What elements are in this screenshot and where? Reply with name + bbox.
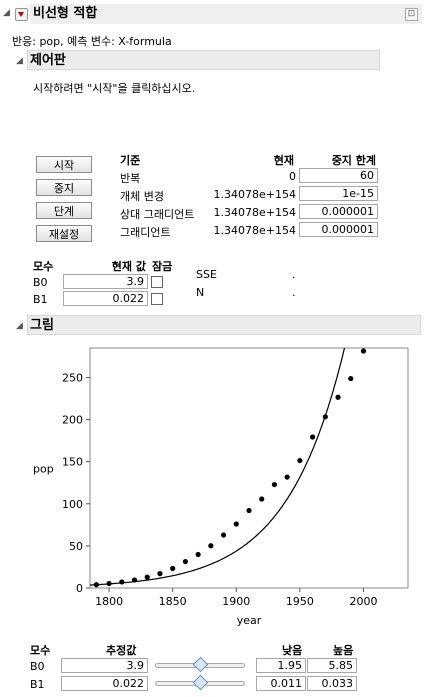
criteria-current: 1.34078e+154: [213, 188, 296, 201]
param-header: 모수: [30, 644, 51, 657]
control-panel-title: 제어판: [30, 53, 66, 68]
x-tick-label: 1950: [286, 595, 314, 608]
param-name: B1: [33, 293, 48, 306]
control-panel-header: 제어판: [27, 50, 380, 70]
stat-label: N: [196, 286, 205, 299]
data-point: [157, 571, 163, 577]
x-tick-label: 1800: [95, 595, 123, 608]
criteria-current: 1.34078e+154: [213, 206, 296, 219]
low-input[interactable]: 0.011: [256, 676, 306, 691]
stat-label: SSE: [196, 268, 217, 281]
criteria-limit-input[interactable]: 0.000001: [299, 222, 378, 237]
param-slider-thumb[interactable]: [192, 674, 209, 691]
low-header: 낮음: [282, 644, 303, 657]
estimate-header: 추정값: [106, 644, 137, 657]
data-point: [322, 414, 328, 420]
criteria-header-stop-limit: 중지 한계: [331, 154, 376, 167]
data-point: [220, 532, 227, 538]
y-tick-label: 100: [62, 498, 83, 511]
plot-section-header: 그림: [27, 315, 421, 335]
stop-button[interactable]: 중지: [36, 179, 92, 196]
window-title-text: 비선형 적합: [33, 6, 98, 21]
data-point: [144, 574, 150, 580]
x-tick-label: 2000: [349, 595, 377, 608]
lock-header: 잠금: [152, 260, 173, 273]
plot-frame: [89, 347, 409, 589]
data-point: [335, 394, 341, 400]
param-name: B1: [30, 678, 45, 691]
param-name: B0: [33, 276, 48, 289]
criteria-current: 1.34078e+154: [213, 224, 296, 237]
param-header: 모수: [33, 260, 54, 273]
stat-value: .: [292, 268, 296, 281]
criteria-label: 개체 변경: [120, 190, 164, 203]
criteria-label: 반복: [120, 172, 141, 185]
title-bar: ◢ 비선형 적합 ⊡: [0, 0, 425, 28]
criteria-limit-input[interactable]: 60: [299, 168, 378, 183]
x-tick-label: 1850: [159, 595, 187, 608]
scatter-plot: 0 50 100 150 200 250 1800 1850 1900 1950 2000 year p…: [33, 347, 409, 627]
param-value-input[interactable]: 0.022: [63, 291, 148, 306]
high-header: 높음: [333, 644, 354, 657]
instruction-text: 시작하려면 "시작"을 클릭하십시오.: [33, 82, 196, 95]
param-slider-thumb[interactable]: [192, 656, 209, 673]
x-axis-label: year: [237, 614, 262, 627]
data-point: [259, 496, 265, 502]
red-triangle-menu-icon[interactable]: [15, 8, 28, 21]
param-value-input[interactable]: 3.9: [63, 274, 148, 289]
data-point: [284, 474, 290, 480]
criteria-header-current: 현재: [273, 154, 294, 167]
data-point: [93, 582, 99, 588]
plot-section-title: 그림: [30, 318, 54, 333]
data-point: [310, 434, 316, 440]
data-point: [271, 481, 278, 488]
current-value-header: 현재 값: [111, 260, 146, 273]
x-tick-label: 1900: [222, 595, 250, 608]
criteria-header-criterion: 기준: [120, 154, 141, 167]
criteria-limit-input[interactable]: 0.000001: [299, 204, 378, 219]
window-title: 비선형 적합: [30, 4, 422, 24]
criteria-label: 그래디언트: [120, 226, 171, 239]
y-tick-label: 50: [69, 540, 83, 553]
high-input[interactable]: 5.85: [307, 658, 357, 673]
y-tick-label: 200: [62, 414, 83, 427]
high-input[interactable]: 0.033: [307, 676, 357, 691]
data-point: [233, 521, 239, 527]
y-tick-label: 250: [62, 371, 83, 384]
data-point: [182, 558, 188, 565]
collapse-triangle-icon[interactable]: ◢: [16, 321, 23, 331]
data-point: [106, 580, 112, 587]
data-point: [208, 543, 214, 549]
data-point: [170, 565, 176, 572]
data-point: [119, 579, 125, 585]
y-tick-label: 0: [76, 582, 83, 595]
data-point: [297, 457, 303, 464]
collapse-triangle-icon[interactable]: ◢: [3, 8, 10, 18]
data-point: [348, 375, 354, 382]
reset-button[interactable]: 재설정: [36, 225, 92, 242]
criteria-label: 상대 그래디언트: [120, 208, 195, 221]
lock-checkbox[interactable]: [151, 276, 163, 288]
y-tick-label: 150: [62, 456, 83, 469]
data-point: [131, 577, 138, 583]
collapse-triangle-icon[interactable]: ◢: [16, 56, 23, 66]
criteria-current: 0: [289, 170, 296, 183]
data-point: [246, 507, 252, 514]
estimate-input[interactable]: 0.022: [61, 676, 148, 691]
criteria-limit-input[interactable]: 1e-15: [299, 186, 378, 201]
data-point: [195, 551, 201, 558]
param-name: B0: [30, 660, 45, 673]
data-point: [360, 348, 367, 354]
y-axis-label: pop: [33, 462, 54, 475]
estimate-input[interactable]: 3.9: [61, 658, 148, 673]
lock-checkbox[interactable]: [151, 293, 163, 305]
low-input[interactable]: 1.95: [256, 658, 306, 673]
response-line: 반응: pop, 예측 변수: X-formula: [12, 35, 172, 48]
start-button[interactable]: 시작: [36, 156, 92, 173]
pin-icon[interactable]: ⊡: [405, 8, 418, 21]
stat-value: .: [292, 286, 296, 299]
step-button[interactable]: 단계: [36, 202, 92, 219]
